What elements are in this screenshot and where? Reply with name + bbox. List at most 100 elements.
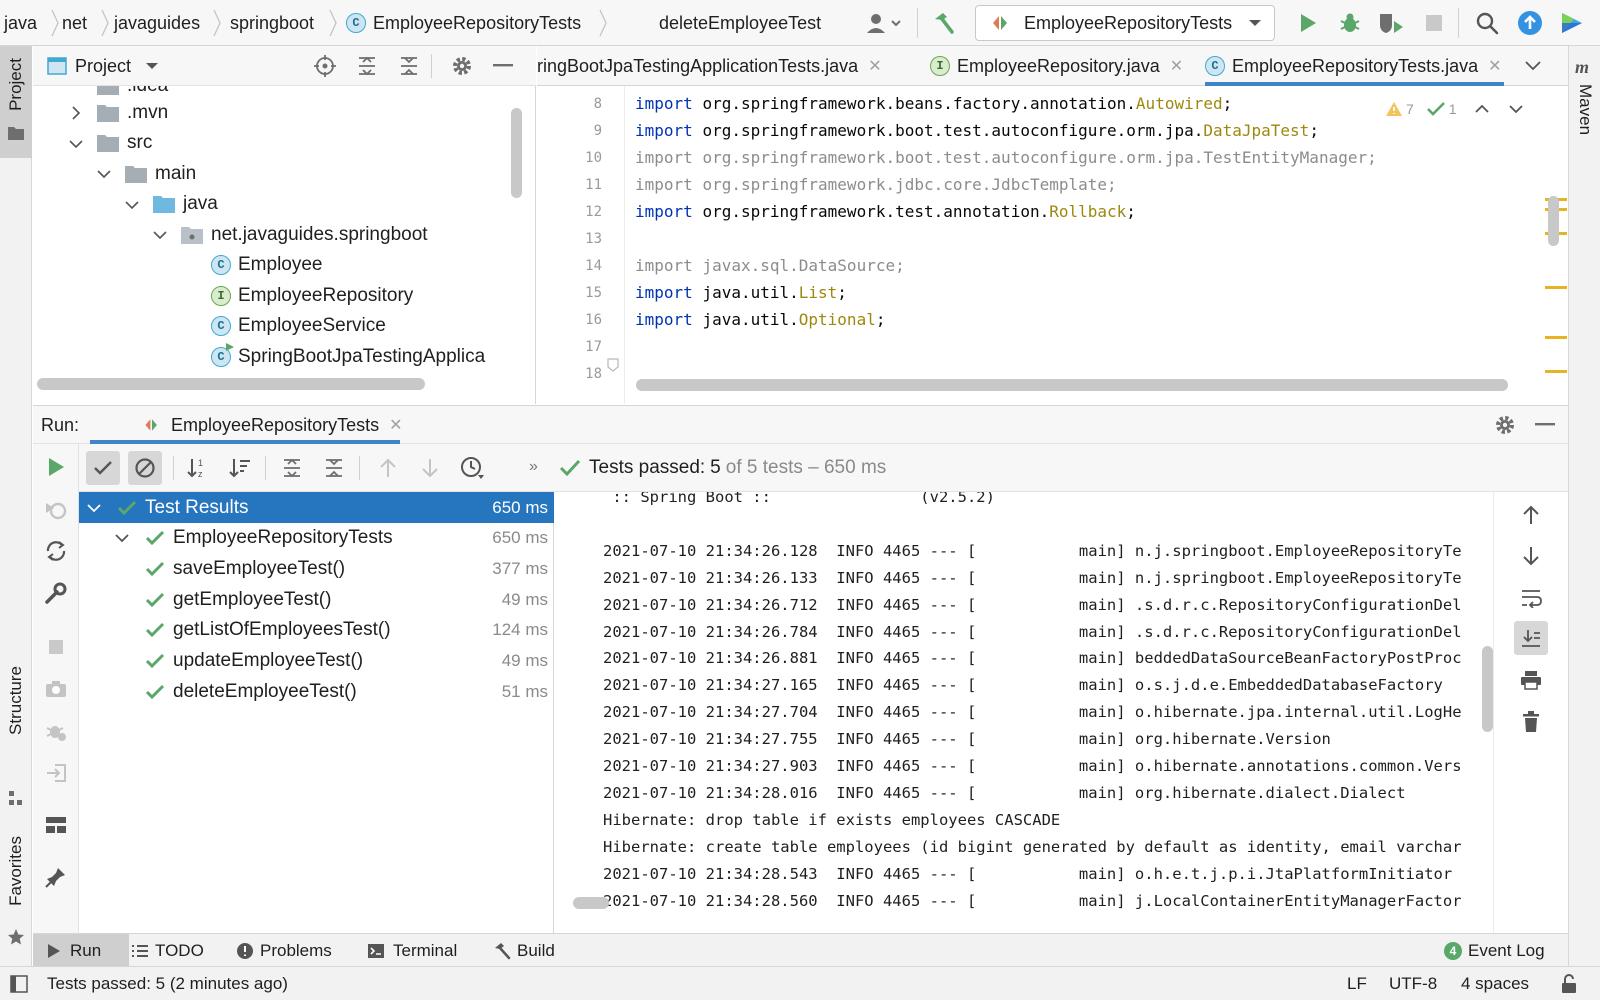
tab-employee-repository-tests[interactable]: C EmployeeRepositoryTests.java ✕ (1205, 46, 1510, 86)
tab-run[interactable]: Run (33, 934, 129, 967)
chevron-down-icon[interactable] (1525, 60, 1541, 72)
horizontal-scrollbar[interactable] (636, 379, 1508, 391)
tab-build[interactable]: Build (493, 934, 555, 967)
stop-icon[interactable] (39, 630, 73, 664)
test-method-row[interactable]: getListOfEmployeesTest() 124 ms (79, 615, 554, 646)
locate-file-icon[interactable] (311, 52, 339, 80)
breadcrumb-method[interactable]: deleteEmployeeTest (659, 0, 821, 46)
chevron-up-icon[interactable] (1474, 104, 1489, 114)
maven-tool-button[interactable]: m Maven (1569, 46, 1600, 146)
test-method-row[interactable]: updateEmployeeTest() 49 ms (79, 646, 554, 677)
trash-icon[interactable] (1514, 705, 1548, 739)
rerun-icon[interactable] (39, 450, 73, 484)
indent-setting[interactable]: 4 spaces (1461, 967, 1529, 1001)
sort-alphabetically-icon[interactable]: 1z (181, 451, 215, 485)
chevron-down-icon[interactable] (87, 501, 101, 515)
test-results-root[interactable]: Test Results 650 ms (79, 492, 554, 523)
hide-panel-icon[interactable] (489, 52, 517, 80)
show-ignored-toggle[interactable] (128, 451, 162, 485)
search-icon[interactable] (1473, 9, 1501, 37)
camera-icon[interactable] (39, 672, 73, 706)
collapse-all-icon[interactable] (395, 52, 423, 80)
tab-todo[interactable]: TODO (131, 934, 204, 967)
hide-panel-icon[interactable] (1531, 411, 1559, 439)
vertical-scrollbar[interactable] (1548, 196, 1559, 246)
update-icon[interactable] (1516, 9, 1544, 37)
chevron-down-icon[interactable] (69, 137, 83, 151)
tree-item-mvn[interactable]: .mvn (97, 98, 168, 128)
user-icon[interactable] (860, 10, 908, 36)
chevron-down-icon[interactable] (1508, 104, 1523, 114)
code-area[interactable]: import org.springframework.beans.factory… (537, 86, 1568, 404)
tree-item-application[interactable]: C SpringBootJpaTestingApplica (211, 342, 485, 372)
vertical-scrollbar[interactable] (511, 108, 522, 198)
layout-icon[interactable] (39, 808, 73, 842)
breadcrumb-springboot[interactable]: springboot (230, 0, 314, 46)
wrench-icon[interactable] (39, 576, 73, 610)
soft-wrap-icon[interactable] (1514, 581, 1548, 615)
chevron-down-icon[interactable] (125, 198, 139, 212)
close-icon[interactable]: ✕ (1170, 56, 1183, 76)
toggle-auto-test-icon[interactable] (39, 534, 73, 568)
horizontal-scrollbar[interactable] (37, 378, 425, 390)
line-separator[interactable]: LF (1347, 967, 1367, 1001)
next-failed-icon[interactable] (413, 451, 447, 485)
expand-all-icon[interactable] (275, 451, 309, 485)
arrow-down-icon[interactable] (1514, 539, 1548, 573)
inspection-widget[interactable]: 7 1 (1385, 98, 1523, 120)
scroll-to-end-icon[interactable] (1514, 621, 1548, 655)
run-tab[interactable]: EmployeeRepositoryTests ✕ (91, 406, 431, 444)
tab-problems[interactable]: Problems (236, 934, 332, 967)
sort-by-duration-icon[interactable] (223, 451, 257, 485)
tree-item-employee-service[interactable]: C EmployeeService (211, 311, 386, 341)
build-hammer-icon[interactable] (930, 9, 958, 37)
chevron-down-icon[interactable] (115, 531, 129, 545)
tab-terminal[interactable]: Terminal (367, 934, 457, 967)
close-icon[interactable]: ✕ (1488, 56, 1501, 76)
previous-failed-icon[interactable] (371, 451, 405, 485)
debug-settings-icon[interactable] (39, 714, 73, 748)
status-message[interactable]: Tests passed: 5 (2 minutes ago) (47, 967, 288, 1001)
fold-icon[interactable] (607, 358, 619, 372)
console-vertical-scrollbar[interactable] (1482, 646, 1493, 732)
tree-item-employee[interactable]: C Employee (211, 250, 323, 280)
tree-item-employee-repository[interactable]: I EmployeeRepository (211, 281, 413, 311)
test-method-row[interactable]: deleteEmployeeTest() 51 ms (79, 676, 554, 707)
arrow-up-icon[interactable] (1514, 498, 1548, 532)
gear-icon[interactable] (1491, 411, 1519, 439)
tab-application-tests[interactable]: ringBootJpaTestingApplicationTests.java ✕ (537, 46, 882, 86)
show-passed-toggle[interactable] (86, 451, 120, 485)
console-output[interactable]: :: Spring Boot :: (v2.5.2) 2021-07-10 21:… (555, 492, 1493, 934)
tool-windows-icon[interactable] (10, 975, 28, 993)
run-configuration-select[interactable]: EmployeeRepositoryTests (975, 5, 1275, 41)
favorites-tool-button[interactable]: Favorites (0, 836, 32, 956)
collapse-all-icon[interactable] (317, 451, 351, 485)
stop-icon[interactable] (1420, 9, 1448, 37)
event-log-button[interactable]: 4 Event Log (1444, 934, 1545, 967)
unlock-icon[interactable] (1560, 974, 1578, 994)
tab-employee-repository[interactable]: I EmployeeRepository.java ✕ (930, 46, 1183, 86)
breadcrumb-javaguides[interactable]: javaguides (114, 0, 200, 46)
file-encoding[interactable]: UTF-8 (1389, 967, 1437, 1001)
close-icon[interactable]: ✕ (389, 415, 402, 435)
tree-item-src[interactable]: src (97, 128, 152, 158)
close-icon[interactable]: ✕ (868, 56, 881, 76)
coverage-icon[interactable] (1376, 9, 1406, 37)
console-horizontal-scrollbar[interactable] (573, 897, 609, 909)
chevron-down-icon[interactable] (153, 228, 167, 242)
test-history-icon[interactable] (455, 451, 489, 485)
expand-all-icon[interactable] (353, 52, 381, 80)
tree-item-java[interactable]: java (153, 189, 218, 219)
plugin-logo-icon[interactable] (1558, 9, 1586, 37)
test-class-row[interactable]: EmployeeRepositoryTests 650 ms (79, 523, 554, 554)
import-tests-icon[interactable] (39, 756, 73, 790)
structure-tool-button[interactable]: Structure (0, 666, 32, 816)
debug-icon[interactable] (1336, 9, 1364, 37)
breadcrumb-java[interactable]: java (4, 0, 37, 46)
chevron-down-icon[interactable] (97, 167, 111, 181)
rerun-failed-icon[interactable] (39, 492, 73, 526)
chevron-right-icon[interactable] (69, 106, 83, 120)
test-method-row[interactable]: saveEmployeeTest() 377 ms (79, 553, 554, 584)
tree-item-main[interactable]: main (125, 159, 196, 189)
breadcrumb-net[interactable]: net (62, 0, 87, 46)
